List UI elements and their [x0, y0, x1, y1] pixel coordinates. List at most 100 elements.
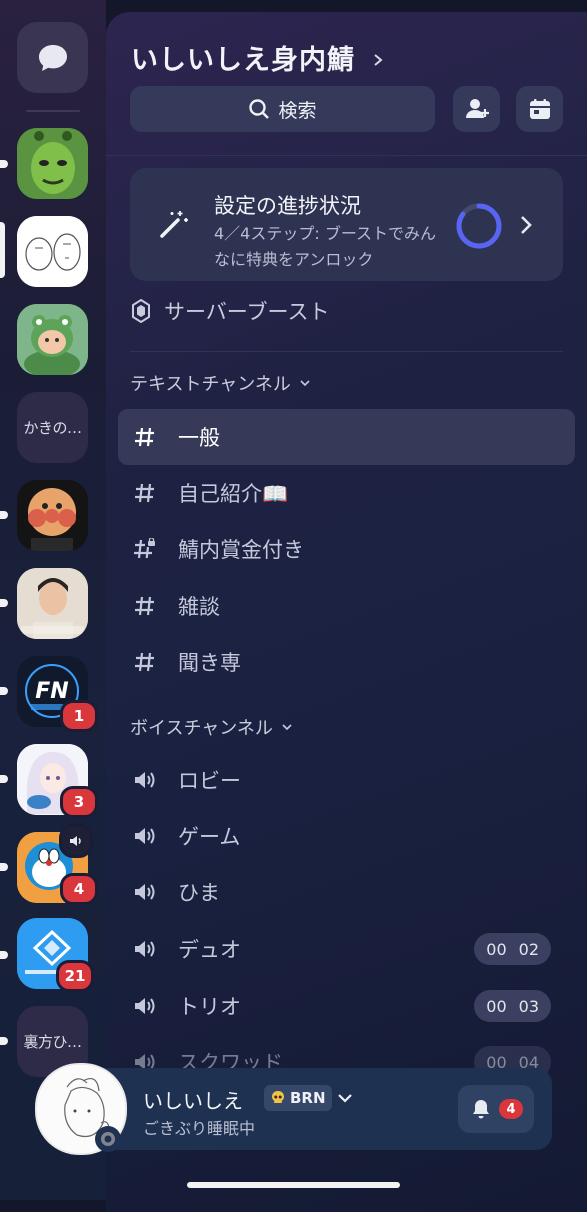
- voice-channel-duo[interactable]: デュオ 00 02: [118, 921, 575, 977]
- voice-channel-trio[interactable]: トリオ 00 03: [118, 978, 575, 1034]
- unread-indicator: [0, 511, 8, 519]
- voice-active-badge: [59, 824, 93, 858]
- voice-channel-game[interactable]: ゲーム: [118, 808, 575, 864]
- user-limit: 02: [518, 939, 539, 959]
- status-indicator: [95, 1126, 121, 1152]
- channel-listen-only[interactable]: 聞き専: [118, 634, 575, 690]
- offline-status-icon: [101, 1132, 115, 1146]
- channel-name: ゲーム: [178, 825, 241, 849]
- server-tag-label: BRN: [290, 1089, 326, 1107]
- server-icon-round-face[interactable]: [17, 480, 88, 551]
- unread-indicator: [0, 599, 8, 607]
- speaker-icon: [135, 772, 155, 788]
- calendar-icon: [529, 99, 550, 119]
- channel-name: 雑談: [178, 595, 220, 619]
- channel-general[interactable]: 一般: [118, 409, 575, 465]
- voice-channel-lobby[interactable]: ロビー: [118, 752, 575, 808]
- progress-ring: [456, 203, 502, 249]
- server-tag[interactable]: BRN: [264, 1085, 332, 1111]
- channel-name: 一般: [178, 426, 220, 450]
- unread-indicator: [0, 687, 8, 695]
- hashtag-icon: [135, 652, 154, 672]
- user-count: 00: [486, 939, 507, 959]
- category-text-channels[interactable]: テキストチャンネル: [130, 370, 311, 396]
- chevron-right-icon: [521, 216, 532, 234]
- server-name: いしいしえ身内鯖: [131, 45, 355, 76]
- user-count: 00: [486, 996, 507, 1016]
- boost-label: サーバーブースト: [164, 300, 330, 324]
- server-icon-sticker[interactable]: [17, 216, 88, 287]
- server-label: かきの…: [23, 419, 82, 437]
- unread-indicator: [0, 1037, 8, 1045]
- custom-status: ごきぶり睡眠中: [143, 1119, 256, 1138]
- sticker-icon: [17, 216, 88, 287]
- header-divider: [106, 155, 587, 156]
- skull-icon: [272, 1091, 284, 1103]
- hashtag-icon: [135, 427, 154, 447]
- username[interactable]: いしいしえ: [143, 1085, 243, 1114]
- hashtag-icon: [135, 483, 154, 503]
- events-button[interactable]: [516, 86, 563, 132]
- speaker-icon: [135, 884, 155, 900]
- channel-name: 鯖内賞金付き: [178, 538, 304, 562]
- frog-cat-icon: [17, 304, 88, 375]
- speaker-icon: [135, 828, 155, 844]
- notifications-button[interactable]: 4: [458, 1085, 534, 1133]
- category-voice-channels[interactable]: ボイスチャンネル: [130, 714, 293, 740]
- bell-icon: [473, 1100, 489, 1119]
- unread-count-badge: 21: [56, 960, 94, 992]
- search-label: 検索: [278, 99, 317, 122]
- locked-hashtag-icon: [134, 538, 155, 559]
- server-name-header[interactable]: いしいしえ身内鯖: [131, 38, 385, 77]
- speaker-icon: [70, 836, 81, 846]
- rail-separator: [26, 110, 80, 112]
- channel-chat[interactable]: 雑談: [118, 578, 575, 634]
- person-photo-icon: [17, 568, 88, 639]
- channel-name: トリオ: [178, 995, 241, 1019]
- chevron-down-icon: [300, 380, 310, 387]
- chat-bubble-icon: [38, 44, 67, 71]
- unread-indicator: [0, 160, 8, 168]
- progress-subtitle: 4／4ステップ: ブーストでみんなに特典をアンロック: [214, 224, 437, 269]
- setup-progress-card[interactable]: 設定の進捗状況 4／4ステップ: ブーストでみんなに特典をアンロック: [130, 168, 563, 281]
- unread-count-badge: 3: [60, 786, 98, 818]
- search-button[interactable]: 検索: [130, 86, 435, 132]
- unread-indicator: [0, 863, 8, 871]
- channel-panel: いしいしえ身内鯖 検索 設定の進捗状況 4／4ステップ: ブーストでみんなに特典…: [106, 12, 587, 1212]
- server-boost-link[interactable]: サーバーブースト: [132, 295, 329, 327]
- hashtag-icon: [135, 596, 154, 616]
- notification-count-badge: 4: [499, 1099, 523, 1119]
- unread-indicator: [0, 951, 8, 959]
- voice-channel-hima[interactable]: ひま: [118, 864, 575, 920]
- search-icon: [249, 99, 270, 119]
- section-divider: [130, 351, 563, 352]
- round-face-icon: [17, 480, 88, 551]
- category-label: テキストチャンネル: [130, 374, 291, 395]
- server-icon-text[interactable]: かきの…: [17, 392, 88, 463]
- server-icon-frog-face[interactable]: [17, 128, 88, 199]
- speaker-icon: [135, 998, 155, 1014]
- channel-name: ロビー: [178, 769, 241, 793]
- server-rail: かきの… FN 1 3 4 21 裏方ひ…: [0, 0, 106, 1200]
- speaker-icon: [135, 941, 155, 957]
- invite-members-button[interactable]: [453, 86, 500, 132]
- user-limit-pill: 00 02: [474, 933, 551, 965]
- home-indicator: [187, 1182, 400, 1188]
- chevron-right-icon: [374, 54, 383, 66]
- progress-title: 設定の進捗状況: [214, 194, 361, 218]
- active-server-indicator: [0, 222, 5, 278]
- server-label: 裏方ひ…: [23, 1033, 82, 1051]
- server-icon-person[interactable]: [17, 568, 88, 639]
- direct-messages-button[interactable]: [17, 22, 88, 93]
- chevron-down-icon[interactable]: [337, 1091, 353, 1105]
- category-label: ボイスチャンネル: [130, 718, 273, 739]
- channel-self-intro[interactable]: 自己紹介📖: [118, 465, 575, 521]
- user-limit-pill: 00 03: [474, 990, 551, 1022]
- server-icon-frog-cat[interactable]: [17, 304, 88, 375]
- unread-indicator: [0, 775, 8, 783]
- svg-text:FN: FN: [35, 679, 68, 704]
- chevron-down-icon: [282, 724, 292, 731]
- add-user-icon: [465, 99, 489, 118]
- channel-bounty[interactable]: 鯖内賞金付き: [118, 521, 575, 577]
- channel-name: デュオ: [178, 938, 241, 962]
